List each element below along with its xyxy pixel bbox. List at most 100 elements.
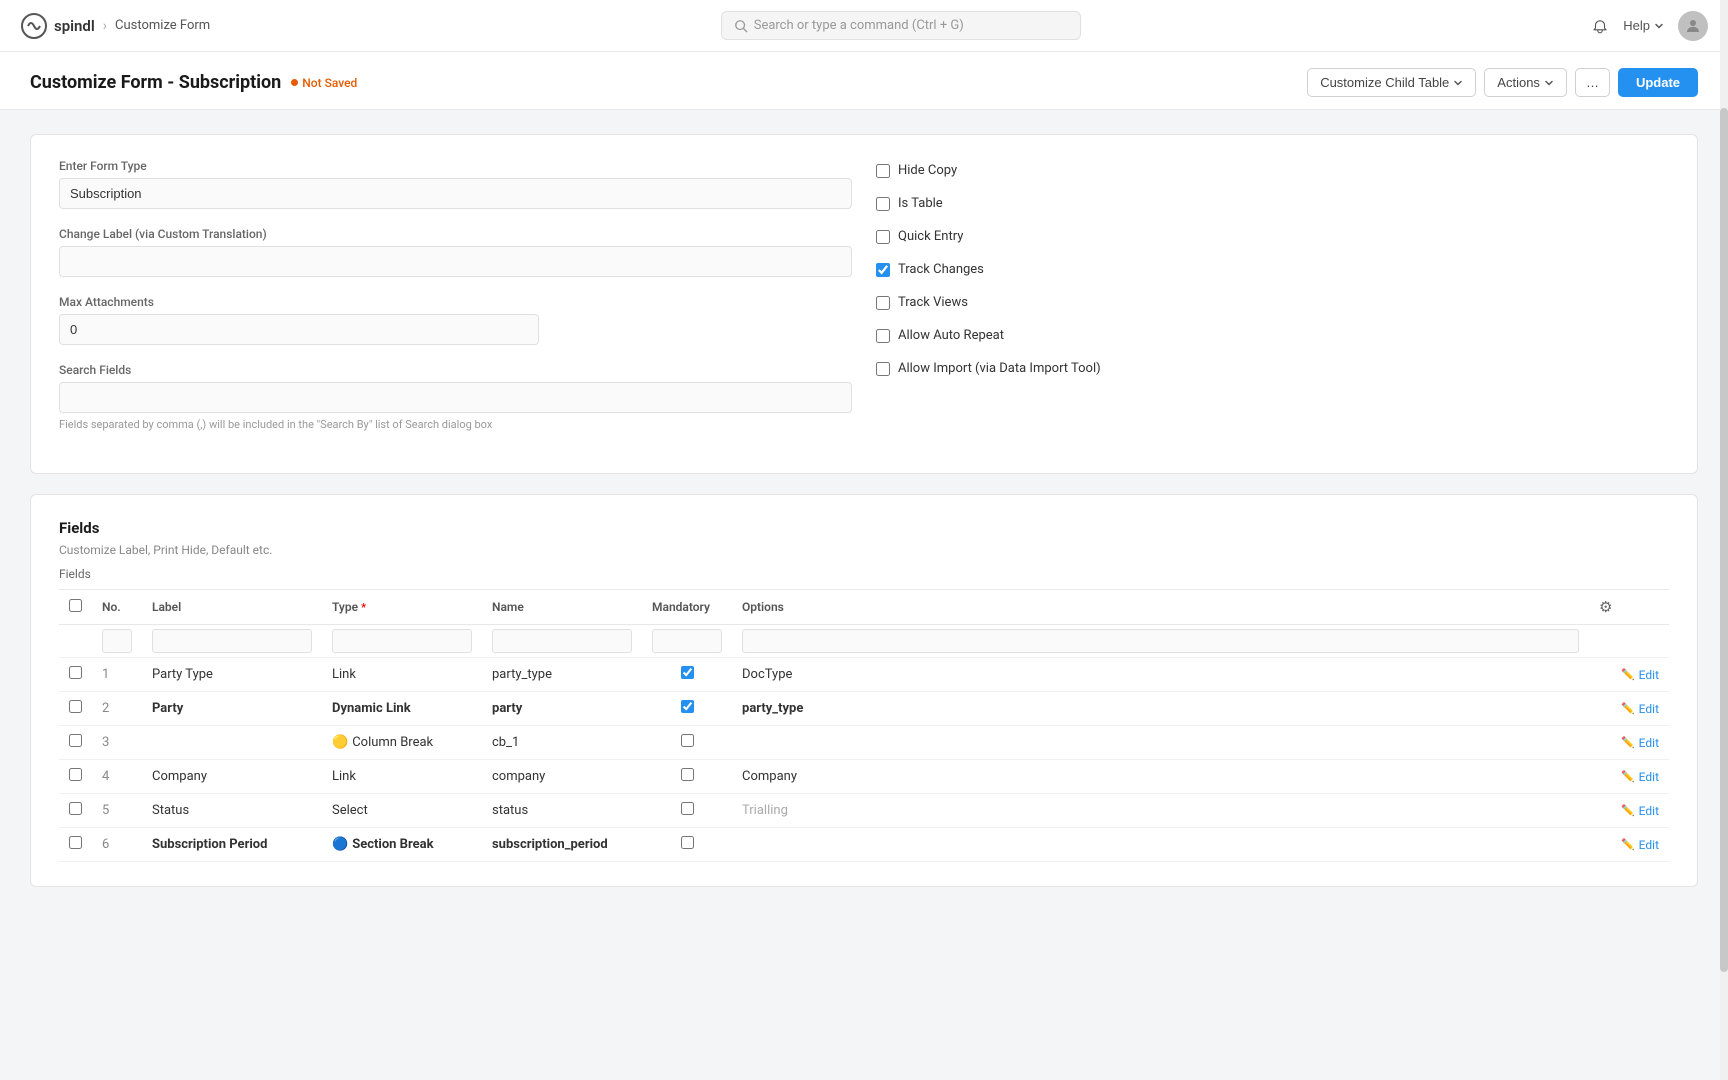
row-mandatory-checkbox-4[interactable]	[681, 802, 694, 815]
row-name-0: party_type	[482, 658, 642, 692]
row-checkbox-cell-4	[59, 794, 92, 828]
filter-mandatory-input[interactable]	[652, 629, 722, 653]
row-mandatory-checkbox-1[interactable]	[681, 700, 694, 713]
row-type-0: Link	[322, 658, 482, 692]
form-card: Enter Form Type Change Label (via Custom…	[30, 134, 1698, 474]
filter-no-input[interactable]	[102, 629, 132, 653]
row-edit-button-5[interactable]: ✏️ Edit	[1599, 838, 1659, 852]
row-options-3: Company	[732, 760, 1589, 794]
row-type-5: 🔵Section Break	[322, 828, 482, 862]
select-all-checkbox[interactable]	[69, 599, 82, 612]
type-text-0: Link	[332, 667, 356, 682]
row-no-0: 1	[92, 658, 142, 692]
max-attachments-label: Max Attachments	[59, 295, 852, 309]
customize-child-table-button[interactable]: Customize Child Table	[1307, 68, 1476, 97]
th-no: No.	[92, 590, 142, 625]
change-label-input[interactable]	[59, 246, 852, 277]
row-checkbox-1[interactable]	[69, 700, 82, 713]
row-checkbox-5[interactable]	[69, 836, 82, 849]
table-row: 6Subscription Period🔵Section Breaksubscr…	[59, 828, 1669, 862]
gear-icon-button[interactable]: ⚙	[1599, 598, 1612, 616]
quick-entry-checkbox[interactable]	[876, 230, 890, 244]
search-fields-input[interactable]	[59, 382, 852, 413]
enter-form-type-input[interactable]	[59, 178, 852, 209]
not-saved-dot	[291, 79, 298, 86]
more-icon: …	[1586, 75, 1599, 90]
filter-no-cell	[92, 625, 142, 658]
track-views-checkbox[interactable]	[876, 296, 890, 310]
row-checkbox-0[interactable]	[69, 666, 82, 679]
track-changes-checkbox[interactable]	[876, 263, 890, 277]
edit-pencil-icon-0: ✏️	[1621, 668, 1635, 681]
is-table-label: Is Table	[898, 196, 943, 211]
row-edit-button-0[interactable]: ✏️ Edit	[1599, 668, 1659, 682]
filter-name-input[interactable]	[492, 629, 632, 653]
logo[interactable]: spindl	[20, 12, 95, 40]
row-edit-button-4[interactable]: ✏️ Edit	[1599, 804, 1659, 818]
row-edit-button-3[interactable]: ✏️ Edit	[1599, 770, 1659, 784]
is-table-checkbox[interactable]	[876, 197, 890, 211]
breadcrumb-separator: ›	[103, 18, 107, 34]
row-checkbox-3[interactable]	[69, 768, 82, 781]
table-row: 5StatusSelectstatusTrialling✏️ Edit	[59, 794, 1669, 828]
max-attachments-input[interactable]	[59, 314, 539, 345]
th-name: Name	[482, 590, 642, 625]
help-button[interactable]: Help	[1623, 18, 1664, 33]
search-fields-row: Search Fields Fields separated by comma …	[59, 363, 852, 431]
search-bar[interactable]: Search or type a command (Ctrl + G)	[721, 11, 1081, 40]
page-title-area: Customize Form - Subscription Not Saved	[30, 72, 357, 93]
search-fields-hint: Fields separated by comma (,) will be in…	[59, 418, 852, 431]
fields-table-body: 1Party TypeLinkparty_typeDocType✏️ Edit2…	[59, 658, 1669, 862]
update-label: Update	[1636, 75, 1680, 90]
row-mandatory-checkbox-3[interactable]	[681, 768, 694, 781]
hide-copy-checkbox[interactable]	[876, 164, 890, 178]
change-label-label: Change Label (via Custom Translation)	[59, 227, 852, 241]
filter-label-input[interactable]	[152, 629, 312, 653]
search-container[interactable]: Search or type a command (Ctrl + G)	[721, 11, 1081, 40]
user-avatar-icon	[1684, 17, 1702, 35]
table-row: 1Party TypeLinkparty_typeDocType✏️ Edit	[59, 658, 1669, 692]
row-mandatory-1	[642, 692, 732, 726]
filter-type-input[interactable]	[332, 629, 472, 653]
type-icon-2: 🟡	[332, 735, 348, 750]
customize-child-table-label: Customize Child Table	[1320, 75, 1449, 90]
checkboxes-col: Hide Copy Is Table Quick Entry Track Cha…	[876, 159, 1669, 449]
row-mandatory-checkbox-5[interactable]	[681, 836, 694, 849]
quick-entry-label: Quick Entry	[898, 229, 963, 244]
row-checkbox-4[interactable]	[69, 802, 82, 815]
row-checkbox-2[interactable]	[69, 734, 82, 747]
row-mandatory-checkbox-0[interactable]	[681, 666, 694, 679]
row-checkbox-cell-0	[59, 658, 92, 692]
breadcrumb-item[interactable]: Customize Form	[115, 18, 210, 33]
row-type-2: 🟡Column Break	[322, 726, 482, 760]
table-row: 4CompanyLinkcompanyCompany✏️ Edit	[59, 760, 1669, 794]
logo-text: spindl	[54, 17, 95, 35]
type-text-4: Select	[332, 803, 368, 818]
checkbox-quick-entry: Quick Entry	[876, 229, 1669, 244]
type-icon-5: 🔵	[332, 837, 348, 852]
row-edit-button-2[interactable]: ✏️ Edit	[1599, 736, 1659, 750]
checkbox-is-table: Is Table	[876, 196, 1669, 211]
allow-import-checkbox[interactable]	[876, 362, 890, 376]
filter-type-cell	[322, 625, 482, 658]
update-button[interactable]: Update	[1618, 68, 1698, 97]
notification-button[interactable]	[1591, 17, 1609, 35]
row-type-1: Dynamic Link	[322, 692, 482, 726]
actions-button[interactable]: Actions	[1484, 68, 1567, 97]
not-saved-label: Not Saved	[302, 76, 357, 90]
th-actions: ⚙	[1589, 590, 1669, 625]
row-mandatory-checkbox-2[interactable]	[681, 734, 694, 747]
scrollbar-thumb[interactable]	[1720, 108, 1728, 972]
allow-auto-repeat-checkbox[interactable]	[876, 329, 890, 343]
scrollbar-track[interactable]	[1720, 0, 1728, 1080]
filter-options-input[interactable]	[742, 629, 1579, 653]
avatar[interactable]	[1678, 11, 1708, 41]
track-views-label: Track Views	[898, 295, 968, 310]
actions-label: Actions	[1497, 75, 1540, 90]
row-edit-button-1[interactable]: ✏️ Edit	[1599, 702, 1659, 716]
more-button[interactable]: …	[1575, 68, 1610, 97]
nav-right: Help	[1591, 11, 1708, 41]
enter-form-type-row: Enter Form Type	[59, 159, 852, 209]
fields-section-label: Fields	[59, 567, 1669, 581]
row-mandatory-0	[642, 658, 732, 692]
